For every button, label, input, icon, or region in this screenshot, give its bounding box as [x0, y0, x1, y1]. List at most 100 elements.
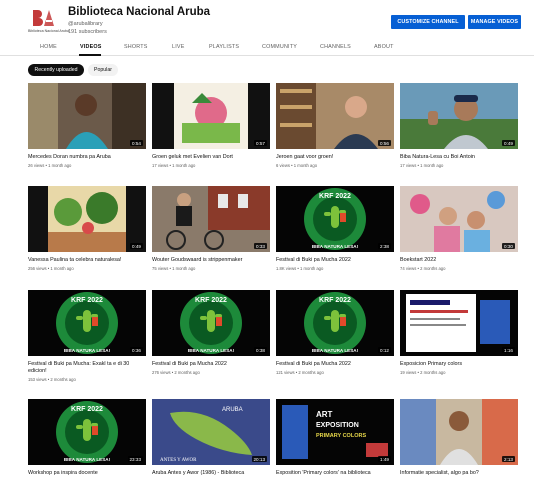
- video-card[interactable]: 0:30 Boekstart 2022 74 views • 2 months ag…: [400, 186, 518, 271]
- channel-handle: @arubalibrary: [68, 21, 103, 27]
- manage-videos-button[interactable]: MANAGE VIDEOS: [468, 15, 521, 29]
- svg-text:BIBA NATURA LESA!: BIBA NATURA LESA!: [64, 348, 111, 353]
- svg-text:ART: ART: [316, 410, 333, 419]
- svg-text:KRF 2022: KRF 2022: [195, 297, 227, 304]
- video-title[interactable]: Groen geluk met Evelien van Dort: [152, 154, 270, 161]
- video-thumbnail[interactable]: 0:49: [28, 186, 146, 252]
- video-card[interactable]: 0:57 Groen geluk met Evelien van Dort 17 v…: [152, 83, 270, 168]
- video-title[interactable]: Festival di Buki pa Mucha 2022: [276, 361, 394, 368]
- svg-text:KRF 2022: KRF 2022: [319, 193, 351, 200]
- channel-tabs: HOME VIDEOS SHORTS LIVE PLAYLISTS COMMUN…: [0, 40, 534, 56]
- channel-logo[interactable]: Biblioteca Nacional Aruba: [28, 8, 69, 38]
- video-thumbnail[interactable]: ART EXPOSITION PRIMARY COLORS 1:49: [276, 399, 394, 465]
- video-duration: 0:54: [130, 140, 143, 146]
- video-thumbnail[interactable]: 2:13: [400, 399, 518, 465]
- video-title[interactable]: Wouter Goudswaard is strippenmaker: [152, 257, 270, 264]
- video-title[interactable]: Mercedes Doran numbra pa Aruba: [28, 154, 146, 161]
- video-card[interactable]: 2:13 Informatie specialist, algo pa bo?: [400, 399, 518, 477]
- video-title[interactable]: Vanessa Paulina ta celebra naturalesa!: [28, 257, 146, 264]
- channel-header: Biblioteca Nacional Aruba Biblioteca Nac…: [0, 0, 534, 40]
- tab-shorts[interactable]: SHORTS: [124, 44, 148, 50]
- svg-text:ANTES Y AWOR: ANTES Y AWOR: [160, 458, 197, 463]
- video-thumbnail[interactable]: 0:33: [152, 186, 270, 252]
- svg-text:PRIMARY COLORS: PRIMARY COLORS: [316, 433, 366, 439]
- video-duration: 0:33: [254, 243, 267, 249]
- video-meta: 26 views • 1 month ago: [28, 163, 72, 168]
- video-title[interactable]: Boekstart 2022: [400, 257, 518, 264]
- video-duration: 0:49: [130, 243, 143, 249]
- video-card[interactable]: KRF 2022 BIBA NATURA LESA! 0:36 Festival …: [28, 290, 146, 382]
- svg-text:KRF 2022: KRF 2022: [71, 297, 103, 304]
- video-thumbnail[interactable]: KRF 2022 BIBA NATURA LESA! 0:12: [276, 290, 394, 356]
- video-meta: 256 views • 1 month ago: [28, 266, 74, 271]
- video-duration: 23:33: [127, 456, 143, 462]
- video-title[interactable]: Exposition 'Primary colors' na bibliotec…: [276, 470, 394, 477]
- video-card[interactable]: KRF 2022 BIBA NATURA LESA! 23:33 Workshop…: [28, 399, 146, 477]
- video-title[interactable]: Aruba Antes y Awor (1986) - Biblioteca: [152, 470, 270, 477]
- video-title[interactable]: Workshop pa inspira docente: [28, 470, 146, 477]
- video-meta: 1.8K views • 1 month ago: [276, 266, 324, 271]
- video-card[interactable]: 0:54 Mercedes Doran numbra pa Aruba 26 vie…: [28, 83, 146, 168]
- video-thumbnail[interactable]: KRF 2022 BIBA NATURA LESA! 2:38: [276, 186, 394, 252]
- video-card[interactable]: ART EXPOSITION PRIMARY COLORS 1:49 Exposi…: [276, 399, 394, 477]
- video-thumbnail[interactable]: 0:57: [152, 83, 270, 149]
- video-meta: 17 views • 1 month ago: [152, 163, 196, 168]
- video-card[interactable]: 1:16 Exposicion Primary colors 19 views • …: [400, 290, 518, 375]
- video-duration: 0:12: [378, 347, 391, 353]
- video-title[interactable]: Festival di Buki pa Mucha: Exakl ta e di…: [28, 361, 146, 375]
- video-title[interactable]: Biba Natura-Lesa cu Boi Antoin: [400, 154, 518, 161]
- subscriber-count: 191 subscribers: [68, 29, 107, 35]
- video-title[interactable]: Jeroen gaat voor groen!: [276, 154, 394, 161]
- video-card[interactable]: 0:49 Biba Natura-Lesa cu Boi Antoin 17 vie…: [400, 83, 518, 168]
- video-card[interactable]: 0:56 Jeroen gaat voor groen! 6 views • 1 m…: [276, 83, 394, 168]
- tab-live[interactable]: LIVE: [172, 44, 185, 50]
- video-thumbnail[interactable]: 0:49: [400, 83, 518, 149]
- video-thumbnail[interactable]: 1:16: [400, 290, 518, 356]
- video-meta: 153 views • 2 months ago: [28, 377, 76, 382]
- logo-caption: Biblioteca Nacional Aruba: [28, 29, 69, 33]
- video-card[interactable]: 0:49 Vanessa Paulina ta celebra naturales…: [28, 186, 146, 271]
- video-title[interactable]: Exposicion Primary colors: [400, 361, 518, 368]
- tab-videos[interactable]: VIDEOS: [80, 44, 102, 50]
- video-duration: 0:49: [502, 140, 515, 146]
- video-meta: 75 views • 1 month ago: [152, 266, 196, 271]
- video-title[interactable]: Festival di Buki pa Mucha 2022: [152, 361, 270, 368]
- video-meta: 19 views • 2 months ago: [400, 370, 446, 375]
- customize-channel-button[interactable]: CUSTOMIZE CHANNEL: [391, 15, 465, 29]
- tab-home[interactable]: HOME: [40, 44, 57, 50]
- video-duration: 0:38: [254, 347, 267, 353]
- video-duration: 0:57: [254, 140, 267, 146]
- video-card[interactable]: KRF 2022 BIBA NATURA LESA! 0:38 Festival …: [152, 290, 270, 375]
- filter-popular[interactable]: Popular: [88, 64, 118, 76]
- video-thumbnail[interactable]: ARUBA ANTES Y AWOR 20:13: [152, 399, 270, 465]
- svg-text:BIBA NATURA LESA!: BIBA NATURA LESA!: [312, 348, 359, 353]
- video-meta: 121 views • 2 months ago: [276, 370, 324, 375]
- svg-text:ARUBA: ARUBA: [222, 407, 243, 413]
- video-title[interactable]: Festival di Buki pa Mucha 2022: [276, 257, 394, 264]
- video-card[interactable]: KRF 2022 BIBA NATURA LESA! 0:12 Festival …: [276, 290, 394, 375]
- svg-text:BIBA NATURA LESA!: BIBA NATURA LESA!: [188, 348, 235, 353]
- library-logo-icon: [30, 8, 56, 28]
- video-duration: 20:13: [251, 456, 267, 462]
- svg-text:BIBA NATURA LESA!: BIBA NATURA LESA!: [312, 244, 359, 249]
- video-thumbnail[interactable]: KRF 2022 BIBA NATURA LESA! 0:38: [152, 290, 270, 356]
- video-meta: 276 views • 2 months ago: [152, 370, 200, 375]
- tab-channels[interactable]: CHANNELS: [320, 44, 351, 50]
- svg-text:EXPOSITION: EXPOSITION: [316, 422, 359, 429]
- tab-community[interactable]: COMMUNITY: [262, 44, 297, 50]
- filter-recently-uploaded[interactable]: Recently uploaded: [28, 64, 84, 76]
- video-thumbnail[interactable]: 0:56: [276, 83, 394, 149]
- video-card[interactable]: ARUBA ANTES Y AWOR 20:13 Aruba Antes y Awo…: [152, 399, 270, 477]
- tab-about[interactable]: ABOUT: [374, 44, 394, 50]
- video-title[interactable]: Informatie specialist, algo pa bo?: [400, 470, 518, 477]
- video-card[interactable]: 0:33 Wouter Goudswaard is strippenmaker 75…: [152, 186, 270, 271]
- video-meta: 6 views • 1 month ago: [276, 163, 318, 168]
- video-duration: 1:49: [378, 456, 391, 462]
- video-thumbnail[interactable]: 0:54: [28, 83, 146, 149]
- tab-playlists[interactable]: PLAYLISTS: [209, 44, 239, 50]
- video-thumbnail[interactable]: KRF 2022 BIBA NATURA LESA! 23:33: [28, 399, 146, 465]
- video-thumbnail[interactable]: 0:30: [400, 186, 518, 252]
- channel-name: Biblioteca Nacional Aruba: [68, 6, 211, 18]
- video-card[interactable]: KRF 2022 BIBA NATURA LESA! 2:38 Festival …: [276, 186, 394, 271]
- video-thumbnail[interactable]: KRF 2022 BIBA NATURA LESA! 0:36: [28, 290, 146, 356]
